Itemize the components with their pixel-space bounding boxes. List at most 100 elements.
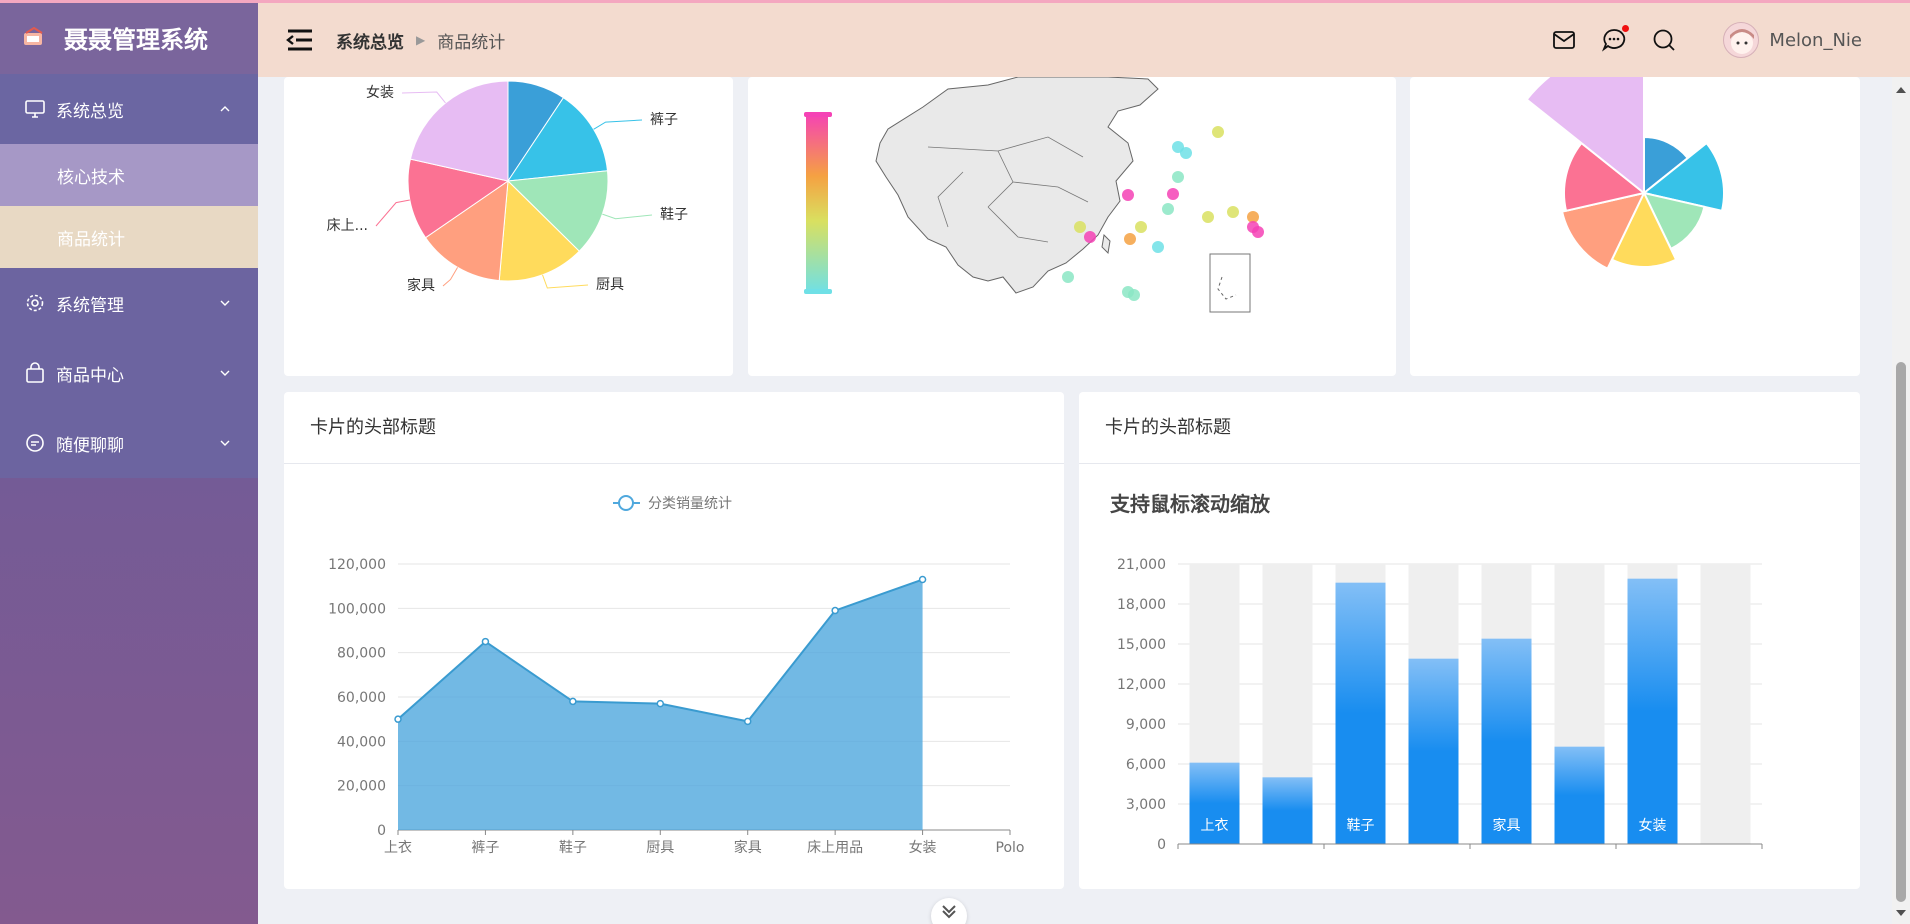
bar-label: 家具 [1493, 817, 1521, 834]
chart-title: 支持鼠标滚动缩放 [1110, 492, 1271, 516]
bar [1335, 582, 1386, 844]
map-point [1202, 211, 1214, 223]
breadcrumb-separator-icon: ▶ [416, 33, 426, 47]
pie-label-line [602, 213, 653, 220]
map-point [1167, 188, 1179, 200]
map-point [1135, 221, 1147, 233]
avatar-image [1730, 29, 1755, 54]
sidebar-item-system-management[interactable]: 系统管理 [0, 268, 258, 338]
bar-label: 上衣 [1201, 818, 1229, 834]
breadcrumb-item: 商品统计 [437, 32, 506, 53]
data-point [918, 575, 927, 584]
map-point [1172, 171, 1184, 183]
x-tick-label: Polo [996, 840, 1025, 856]
pie-chart-card: 裤子 鞋子 厨具 家具 床上... 女装 [284, 77, 733, 376]
pie-label-line [542, 274, 589, 289]
app-logo[interactable]: 聂聂管理系统 [0, 0, 258, 74]
chevron-down-icon [220, 440, 230, 446]
sidebar-item-label: 系统总览 [56, 101, 124, 122]
x-tick-label: 女装 [909, 839, 937, 856]
username[interactable]: Melon_Nie [1769, 30, 1862, 51]
x-tick-label: 裤子 [471, 840, 499, 856]
china-map-chart [804, 76, 1264, 313]
y-tick-label: 15,000 [1117, 637, 1166, 653]
south-sea-dash [1217, 276, 1237, 300]
menu-group-rest: 系统管理 商品中心 随便聊聊 [0, 268, 258, 478]
y-tick-label: 40,000 [337, 734, 386, 750]
x-tick-label: 家具 [734, 839, 762, 856]
card-title: 卡片的头部标题 [1079, 392, 1860, 464]
taiwan-shape [1101, 233, 1111, 255]
menu-toggle-icon[interactable] [286, 28, 314, 52]
map-point [1128, 289, 1140, 301]
y-tick-label: 9,000 [1126, 717, 1166, 733]
bar [1627, 578, 1678, 844]
data-point [656, 699, 665, 708]
search-icon[interactable] [1651, 27, 1677, 53]
scrollbar-thumb[interactable] [1896, 362, 1906, 902]
double-chevron-down-icon [942, 905, 956, 919]
data-point [481, 637, 490, 646]
y-tick-label: 100,000 [328, 601, 386, 617]
sidebar-item-label: 系统管理 [56, 295, 124, 316]
top-accent-line [0, 0, 1910, 3]
map-point [1162, 203, 1174, 215]
bar [1554, 746, 1605, 844]
monitor-icon [25, 100, 45, 118]
legend-label: 分类销量统计 [648, 496, 732, 512]
x-tick-label: 上衣 [384, 840, 412, 856]
data-point [743, 717, 752, 726]
y-tick-label: 80,000 [337, 646, 386, 662]
sidebar-subitem-core-tech[interactable]: 核心技术 [0, 144, 258, 206]
sidebar-item-label: 随便聊聊 [56, 435, 124, 456]
sidebar-item-product-center[interactable]: 商品中心 [0, 338, 258, 408]
data-point [569, 697, 577, 706]
scroll-up-arrow-icon[interactable] [1892, 83, 1910, 97]
map-point [1180, 147, 1192, 159]
menu-group-overview: 系统总览 核心技术 商品统计 [0, 74, 258, 268]
pie-label: 裤子 [650, 112, 678, 128]
x-tick-label: 鞋子 [559, 840, 587, 856]
sidebar-subitem-product-stats[interactable]: 商品统计 [0, 206, 258, 268]
pie-label: 家具 [407, 277, 435, 294]
sidebar-item-overview[interactable]: 系统总览 [0, 74, 258, 144]
bar-chart-card: 卡片的头部标题 支持鼠标滚动缩放 0 3,000 6,000 9,000 12,000 15… [1079, 392, 1860, 889]
south-sea-inset [1209, 253, 1251, 313]
map-chart-card [748, 76, 1396, 376]
mail-icon[interactable] [1551, 27, 1577, 53]
page-scrollbar[interactable] [1892, 77, 1910, 924]
y-tick-label: 120,000 [328, 557, 386, 573]
pie-label: 鞋子 [660, 207, 688, 223]
sidebar: 聂聂管理系统 系统总览 核心技术 商品统计 系统管理 商品中心 随便聊聊 [0, 0, 258, 924]
sidebar-subitem-label: 商品统计 [57, 229, 125, 250]
scroll-down-button[interactable] [931, 898, 967, 924]
map-point [1247, 221, 1259, 233]
notification-dot [1622, 25, 1630, 32]
pie-chart: 裤子鞋子厨具 家具 床上... 女装 [327, 80, 688, 294]
data-point [831, 606, 839, 615]
sidebar-item-chat[interactable]: 随便聊聊 [0, 408, 258, 478]
logo-icon [24, 27, 43, 45]
map-point [1152, 241, 1164, 253]
area-chart-card: 卡片的头部标题 分类销量统计 0 20,000 40,000 60,000 80,000 1… [284, 392, 1064, 889]
rose-chart [1525, 42, 1725, 270]
y-tick-label: 6,000 [1126, 757, 1166, 773]
bar-chart: 支持鼠标滚动缩放 0 3,000 6,000 9,000 12,000 15,000 18,0… [1110, 492, 1763, 853]
scroll-down-arrow-icon[interactable] [1892, 906, 1910, 920]
chat-icon [26, 434, 44, 452]
pie-label-line [401, 91, 446, 104]
bar [1262, 777, 1313, 844]
map-point [1084, 231, 1096, 243]
bar-label: 鞋子 [1347, 818, 1375, 834]
avatar[interactable] [1723, 22, 1760, 58]
map-point [1227, 206, 1239, 218]
pie-label-line [593, 119, 643, 130]
chevron-up-icon [220, 106, 230, 112]
map-point [1062, 271, 1074, 283]
message-button[interactable] [1601, 25, 1630, 53]
y-tick-label: 60,000 [337, 690, 386, 706]
area-chart: 分类销量统计 0 20,000 40,000 60,000 80,000 100,000 12… [328, 495, 1025, 856]
breadcrumb-item[interactable]: 系统总览 [336, 28, 404, 53]
pie-label-line [375, 199, 410, 227]
pie-label-line [442, 267, 459, 287]
